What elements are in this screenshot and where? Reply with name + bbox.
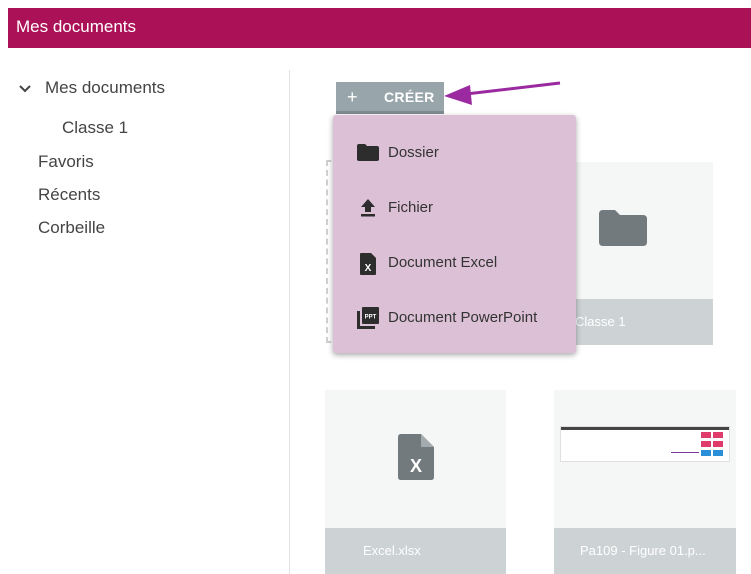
sidebar-item-corbeille[interactable]: Corbeille — [38, 218, 105, 238]
menu-item-label: Dossier — [388, 144, 439, 161]
page-title: Mes documents — [16, 17, 136, 36]
svg-text:X: X — [365, 263, 372, 274]
excel-file-icon: X — [398, 434, 434, 480]
menu-item-fichier[interactable]: Fichier — [333, 188, 576, 228]
sidebar-item-recents[interactable]: Récents — [38, 185, 100, 205]
menu-item-label: Fichier — [388, 199, 434, 216]
svg-text:X: X — [410, 456, 422, 476]
file-name: Classe 1 — [555, 299, 713, 345]
file-tile-excel[interactable]: X Excel.xlsx — [325, 390, 506, 574]
menu-item-document-powerpoint[interactable]: PPT Document PowerPoint — [333, 298, 576, 338]
file-tile-image[interactable]: Pa109 - Figure 01.p... — [554, 390, 736, 574]
file-name: Excel.xlsx — [325, 528, 506, 574]
sidebar-item-classe-1[interactable]: Classe 1 — [62, 118, 128, 138]
sidebar-item-mes-documents[interactable]: Mes documents — [45, 78, 165, 98]
file-tile-folder[interactable]: Classe 1 — [555, 162, 713, 345]
svg-text:PPT: PPT — [365, 315, 377, 321]
create-dropdown-menu: Dossier Fichier X Document Excel PPT Doc… — [333, 115, 576, 353]
folder-icon — [357, 144, 379, 161]
image-thumbnail — [560, 426, 730, 462]
file-name: Pa109 - Figure 01.p... — [554, 528, 736, 574]
menu-item-dossier[interactable]: Dossier — [333, 133, 576, 173]
panel-divider — [289, 70, 290, 574]
plus-icon: + — [347, 87, 358, 107]
menu-item-document-excel[interactable]: X Document Excel — [333, 243, 576, 283]
create-button-label: CRÉER — [384, 89, 435, 105]
page-header: Mes documents — [8, 8, 751, 48]
menu-item-label: Document PowerPoint — [388, 309, 538, 326]
menu-item-label: Document Excel — [388, 254, 498, 271]
upload-icon — [361, 199, 375, 217]
sidebar-item-favoris[interactable]: Favoris — [38, 152, 94, 172]
chevron-down-icon[interactable] — [18, 84, 32, 94]
annotation-arrow — [444, 81, 561, 105]
excel-file-icon: X — [360, 253, 376, 275]
create-button[interactable]: + CRÉER — [336, 82, 444, 114]
powerpoint-icon: PPT — [357, 307, 379, 329]
folder-icon — [599, 210, 647, 246]
